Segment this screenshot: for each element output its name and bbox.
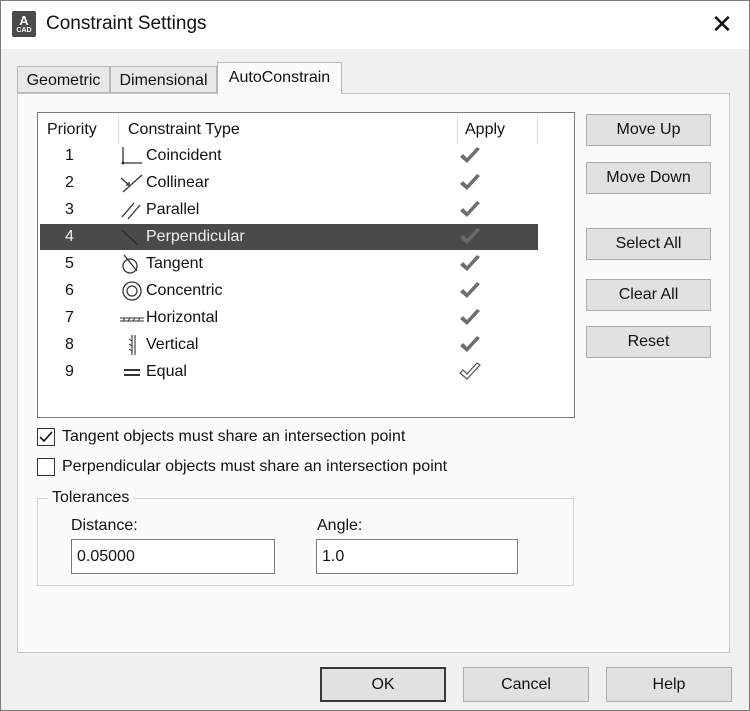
- horizontal-icon: [120, 317, 144, 322]
- column-header-constraint-type[interactable]: Constraint Type: [128, 121, 240, 139]
- clear-all-button[interactable]: Clear All: [586, 279, 711, 311]
- priority-value: 6: [65, 282, 74, 299]
- apply-check-outline-icon[interactable]: [458, 362, 482, 382]
- collinear-icon: [120, 174, 143, 193]
- priority-value: 4: [65, 228, 74, 245]
- constraint-row[interactable]: 2 Collinear: [40, 170, 538, 196]
- tangent-intersection-label[interactable]: Tangent objects must share an intersecti…: [62, 428, 405, 446]
- ok-button[interactable]: OK: [320, 667, 446, 702]
- tolerances-title: Tolerances: [48, 489, 134, 507]
- column-header-apply[interactable]: Apply: [465, 121, 505, 139]
- constraint-row[interactable]: 7 Horizontal: [40, 305, 538, 331]
- column-divider: [457, 116, 458, 144]
- constraint-type-label: Parallel: [146, 201, 200, 218]
- reset-button[interactable]: Reset: [586, 326, 711, 358]
- distance-input[interactable]: 0.05000: [71, 539, 275, 574]
- parallel-icon: [121, 202, 141, 220]
- tangent-intersection-checkbox[interactable]: [37, 428, 55, 446]
- equal-icon: [124, 369, 140, 376]
- priority-value: 8: [65, 336, 74, 353]
- apply-check-icon[interactable]: [458, 281, 482, 301]
- constraint-type-label: Vertical: [146, 336, 199, 353]
- constraint-row[interactable]: 8 Vertical: [40, 332, 538, 358]
- column-divider: [537, 116, 538, 144]
- apply-check-icon[interactable]: [458, 146, 482, 166]
- constraint-type-label: Concentric: [146, 282, 223, 299]
- apply-check-icon[interactable]: [458, 173, 482, 193]
- title-bar: A CAD Constraint Settings ✕: [1, 1, 749, 49]
- constraint-type-label: Collinear: [146, 174, 210, 191]
- priority-value: 9: [65, 363, 74, 380]
- constraint-row[interactable]: 6 Concentric: [40, 278, 538, 304]
- tab-dimensional[interactable]: Dimensional: [110, 66, 217, 93]
- constraint-row[interactable]: 1 Coincident: [40, 143, 538, 169]
- app-icon-subtext: CAD: [16, 27, 32, 34]
- constraint-type-label: Equal: [146, 363, 187, 380]
- close-icon[interactable]: ✕: [707, 9, 737, 39]
- move-down-button[interactable]: Move Down: [586, 162, 711, 194]
- constraint-row[interactable]: 5 Tangent: [40, 251, 538, 277]
- cancel-button[interactable]: Cancel: [463, 667, 589, 702]
- perpendicular-intersection-checkbox[interactable]: [37, 458, 55, 476]
- constraint-type-label: Tangent: [146, 255, 203, 272]
- select-all-button[interactable]: Select All: [586, 228, 711, 260]
- tab-geometric[interactable]: Geometric: [17, 66, 110, 93]
- app-icon-letter: A: [19, 13, 29, 28]
- angle-label: Angle:: [317, 517, 363, 534]
- autocad-app-icon: A CAD: [12, 11, 36, 37]
- priority-value: 2: [65, 174, 74, 191]
- constraint-row[interactable]: 9 Equal: [40, 359, 538, 385]
- angle-input[interactable]: 1.0: [316, 539, 518, 574]
- tab-autoconstrain[interactable]: AutoConstrain: [217, 62, 342, 94]
- priority-value: 5: [65, 255, 74, 272]
- priority-value: 1: [65, 147, 74, 164]
- move-up-button[interactable]: Move Up: [586, 114, 711, 146]
- apply-check-icon[interactable]: [458, 227, 482, 247]
- apply-check-icon[interactable]: [458, 254, 482, 274]
- concentric-icon: [122, 281, 142, 301]
- dialog-title: Constraint Settings: [46, 13, 207, 34]
- perpendicular-icon: [121, 229, 139, 246]
- constraint-priority-list[interactable]: Priority Constraint Type Apply 1 Coincid…: [37, 112, 575, 418]
- apply-check-icon[interactable]: [458, 200, 482, 220]
- constraint-row-selected[interactable]: 4 Perpendicular: [40, 224, 538, 250]
- apply-check-icon[interactable]: [458, 308, 482, 328]
- constraint-type-label: Perpendicular: [146, 228, 245, 245]
- apply-check-icon[interactable]: [458, 335, 482, 355]
- priority-value: 3: [65, 201, 74, 218]
- constraint-type-label: Coincident: [146, 147, 222, 164]
- help-button[interactable]: Help: [606, 667, 732, 702]
- constraint-type-label: Horizontal: [146, 309, 219, 326]
- tangent-icon: [122, 254, 138, 274]
- column-divider: [118, 116, 119, 144]
- constraint-row[interactable]: 3 Parallel: [40, 197, 538, 223]
- column-header-priority[interactable]: Priority: [47, 121, 97, 139]
- checkmark-icon: [39, 431, 53, 443]
- distance-label: Distance:: [71, 517, 138, 534]
- vertical-icon: [128, 335, 136, 355]
- coincident-icon: [121, 147, 142, 165]
- priority-value: 7: [65, 309, 74, 326]
- perpendicular-intersection-label[interactable]: Perpendicular objects must share an inte…: [62, 458, 447, 476]
